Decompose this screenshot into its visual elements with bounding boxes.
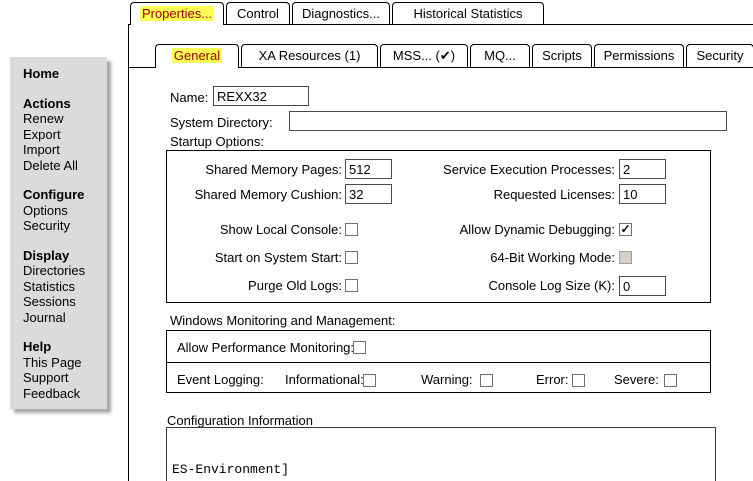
informational-checkbox[interactable] (363, 374, 376, 387)
tab-mq[interactable]: MQ... (470, 44, 530, 67)
show-local-console-checkbox[interactable] (345, 223, 358, 236)
tab-permissions-label: Permissions (602, 48, 677, 63)
tab-scripts-label: Scripts (540, 48, 584, 63)
shared-memory-pages-label: Shared Memory Pages: (168, 162, 342, 177)
tab-mq-label: MQ... (482, 48, 518, 63)
tab-general[interactable]: General (155, 44, 239, 68)
tab-control-label: Control (235, 6, 281, 21)
start-on-system-start-label: Start on System Start: (168, 250, 342, 265)
purge-old-logs-checkbox[interactable] (345, 279, 358, 292)
system-directory-label: System Directory: (170, 115, 273, 130)
sidebar-item-this-page[interactable]: This Page (23, 355, 103, 371)
allow-performance-monitoring-label: Allow Performance Monitoring: (177, 340, 354, 355)
sidebar: Home Actions Renew Export Import Delete … (10, 57, 107, 409)
sidebar-item-statistics[interactable]: Statistics (23, 279, 103, 295)
severe-checkbox[interactable] (664, 374, 677, 387)
console-log-size-input[interactable] (619, 276, 666, 296)
sidebar-item-home[interactable]: Home (23, 66, 103, 82)
sidebar-item-support[interactable]: Support (23, 370, 103, 386)
sidebar-item-sessions[interactable]: Sessions (23, 294, 103, 310)
64-bit-working-mode-checkbox (619, 251, 632, 264)
configuration-information-heading: Configuration Information (167, 413, 313, 428)
tab-xa-resources-label: XA Resources (1) (257, 48, 363, 63)
monitoring-row-divider (167, 362, 710, 363)
app: Home Actions Renew Export Import Delete … (0, 0, 753, 481)
tab-control[interactable]: Control (226, 2, 290, 24)
requested-licenses-label: Requested Licenses: (397, 187, 615, 202)
sidebar-item-options[interactable]: Options (23, 203, 103, 219)
tab-historical-statistics[interactable]: Historical Statistics (392, 2, 544, 24)
tab-diagnostics[interactable]: Diagnostics... (292, 2, 390, 24)
error-label: Error: (536, 372, 569, 387)
console-log-size-label: Console Log Size (K): (397, 278, 615, 293)
shared-memory-cushion-input[interactable] (345, 184, 392, 204)
tab-security[interactable]: Security (686, 44, 753, 67)
monitoring-groupbox: Allow Performance Monitoring: Event Logg… (166, 330, 711, 393)
warning-checkbox[interactable] (480, 374, 493, 387)
sidebar-item-delete-all[interactable]: Delete All (23, 158, 103, 174)
tab-properties[interactable]: Properties... (130, 2, 224, 25)
sidebar-heading-help: Help (23, 339, 103, 355)
tab-historical-statistics-label: Historical Statistics (411, 6, 524, 21)
sidebar-item-import[interactable]: Import (23, 142, 103, 158)
purge-old-logs-label: Purge Old Logs: (168, 278, 342, 293)
error-checkbox[interactable] (572, 374, 585, 387)
sidebar-item-journal[interactable]: Journal (23, 310, 103, 326)
allow-dynamic-debugging-label: Allow Dynamic Debugging: (397, 222, 615, 237)
shared-memory-cushion-label: Shared Memory Cushion: (168, 187, 342, 202)
sidebar-heading-display: Display (23, 248, 103, 264)
tab-mss-label: MSS... (✔) (391, 48, 457, 63)
system-directory-input[interactable] (289, 111, 727, 131)
sidebar-item-renew[interactable]: Renew (23, 111, 103, 127)
name-label: Name: (170, 90, 208, 105)
startup-options-groupbox: Shared Memory Pages: Service Execution P… (166, 150, 711, 303)
sidebar-item-export[interactable]: Export (23, 127, 103, 143)
tab-scripts[interactable]: Scripts (532, 44, 592, 67)
startup-options-heading: Startup Options: (170, 134, 264, 149)
service-execution-processes-label: Service Execution Processes: (397, 162, 615, 177)
tab-diagnostics-label: Diagnostics... (300, 6, 382, 21)
tab-properties-label: Properties... (140, 6, 214, 21)
show-local-console-label: Show Local Console: (168, 222, 342, 237)
sidebar-item-directories[interactable]: Directories (23, 263, 103, 279)
tab-general-label: General (172, 48, 222, 63)
configuration-textarea[interactable]: ES-Environment] MFTRACE_CONFIG=C:\Users\… (166, 427, 716, 481)
event-logging-label: Event Logging: (177, 372, 264, 387)
tab-xa-resources[interactable]: XA Resources (1) (241, 44, 378, 67)
panel-left-border (128, 24, 129, 481)
config-line-1: ES-Environment] (172, 462, 710, 478)
monitoring-heading: Windows Monitoring and Management: (170, 313, 395, 328)
tab-mss[interactable]: MSS... (✔) (380, 44, 468, 67)
start-on-system-start-checkbox[interactable] (345, 251, 358, 264)
informational-label: Informational: (285, 372, 364, 387)
64-bit-working-mode-label: 64-Bit Working Mode: (397, 250, 615, 265)
tab-security-label: Security (695, 48, 746, 63)
sidebar-item-security[interactable]: Security (23, 218, 103, 234)
sidebar-heading-actions: Actions (23, 96, 103, 112)
allow-performance-monitoring-checkbox[interactable] (353, 341, 366, 354)
service-execution-processes-input[interactable] (619, 159, 666, 179)
shared-memory-pages-input[interactable] (345, 159, 392, 179)
tab-permissions[interactable]: Permissions (594, 44, 684, 67)
sidebar-item-feedback[interactable]: Feedback (23, 386, 103, 402)
sidebar-heading-configure: Configure (23, 187, 103, 203)
allow-dynamic-debugging-checkbox[interactable] (619, 223, 632, 236)
requested-licenses-input[interactable] (619, 184, 666, 204)
name-input[interactable] (213, 86, 309, 106)
severe-label: Severe: (614, 372, 659, 387)
warning-label: Warning: (421, 372, 473, 387)
